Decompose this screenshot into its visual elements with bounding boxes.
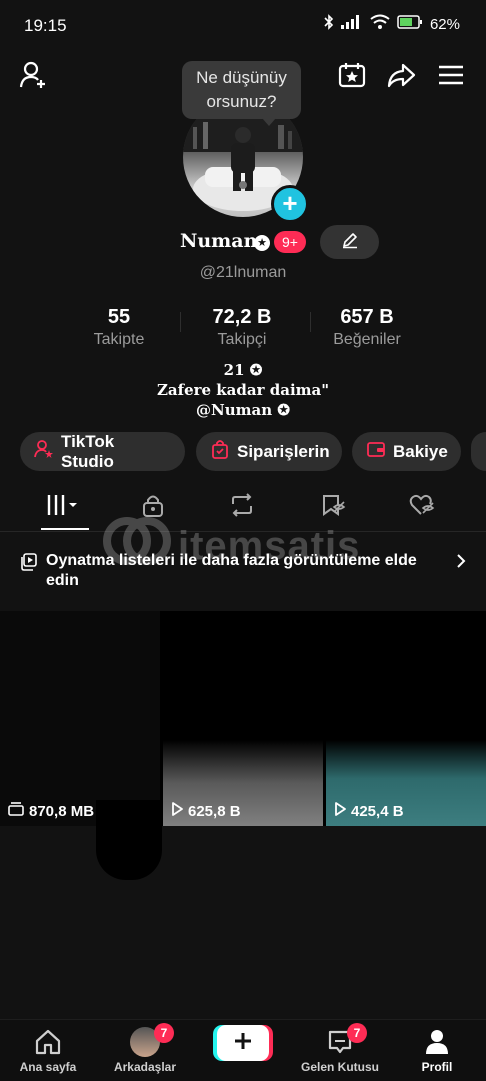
bluetooth-icon [324, 14, 334, 34]
friends-avatar [97, 1026, 193, 1058]
more-pill[interactable] [471, 432, 486, 471]
stat-likes-value: 657 B [340, 306, 394, 328]
username: @21lnuman [199, 264, 287, 281]
inbox-icon [292, 1026, 388, 1058]
redaction-mark [96, 800, 162, 880]
video-thumbnail[interactable]: 425,4 B [326, 611, 486, 826]
video-size: 870,8 MB [29, 802, 95, 820]
stat-followers[interactable]: 72,2 B Takipçi [177, 306, 307, 349]
tiktok-studio-label: TikTok Studio [61, 431, 115, 471]
note-bubble-line2: orsunuz? [206, 92, 277, 111]
orders-label: Siparişlerin [237, 441, 330, 461]
play-icon [171, 802, 183, 820]
nav-friends[interactable]: Arkadaşlar 7 [97, 1023, 193, 1074]
home-icon [0, 1026, 96, 1058]
star-icon: ★ [254, 235, 270, 251]
add-friend-icon[interactable] [18, 59, 50, 91]
stat-following[interactable]: 55 Takipte [54, 306, 184, 349]
edit-profile-button[interactable] [320, 225, 379, 259]
profile-name: Numan [180, 230, 258, 252]
shopping-bag-icon [210, 439, 230, 464]
orders-button[interactable]: Siparişlerin [196, 432, 342, 471]
stat-likes[interactable]: 657 B Beğeniler [302, 306, 432, 349]
bio-line-3: @Numan ✪ [196, 401, 290, 419]
note-bubble-line1: Ne düşünüy [196, 68, 287, 87]
balance-button[interactable]: Bakiye [352, 432, 461, 471]
signal-icon [340, 15, 363, 33]
status-icons: 62% [324, 14, 460, 34]
create-button[interactable] [217, 1025, 269, 1061]
status-bar: 19:15 62% [0, 0, 486, 52]
battery-icon [397, 15, 423, 33]
video-thumbnail[interactable]: 625,8 B [163, 611, 323, 826]
studio-user-icon [34, 439, 54, 464]
play-icon [334, 802, 346, 820]
playlist-promo[interactable]: Oynatma listeleri ile daha fazla görüntü… [20, 551, 466, 591]
note-bubble[interactable]: Ne düşünüy orsunuz? [182, 61, 301, 126]
stat-following-label: Takipte [93, 331, 145, 348]
nav-inbox-label: Gelen Kutusu [300, 1060, 379, 1074]
video-caption: 625,8 B [171, 802, 241, 820]
notification-badge[interactable]: 9+ [274, 231, 306, 253]
playlist-icon [20, 553, 38, 577]
stat-followers-value: 72,2 B [212, 306, 272, 328]
stat-followers-label: Takipçi [217, 331, 267, 348]
nav-friends-label: Arkadaşlar [113, 1060, 177, 1074]
nav-home[interactable]: Ana sayfa [0, 1026, 96, 1074]
wallet-icon [366, 439, 386, 464]
creator-calendar-icon[interactable] [336, 59, 368, 91]
friends-count-badge: 7 [154, 1023, 174, 1043]
video-caption: 870,8 MB [8, 802, 94, 820]
video-caption: 425,4 B [334, 802, 404, 820]
battery-percent: 62% [429, 15, 460, 33]
nav-inbox[interactable]: Gelen Kutusu 7 [292, 1023, 388, 1074]
video-grid: 870,8 MB 625,8 B 425,4 B [0, 611, 486, 826]
active-tab-indicator [41, 528, 89, 530]
share-icon[interactable] [385, 59, 417, 91]
tab-videos[interactable] [44, 492, 84, 522]
bio-line-1: 21 ✪ [223, 361, 263, 379]
nav-profile[interactable]: Profil [389, 1026, 485, 1074]
bio-line-2: Zafere kadar daima" [156, 381, 330, 399]
balance-label: Bakiye [393, 441, 448, 461]
plus-icon [233, 1031, 253, 1056]
stat-following-value: 55 [107, 306, 131, 328]
stat-likes-label: Beğeniler [333, 331, 401, 348]
menu-icon[interactable] [435, 59, 467, 91]
tiktok-studio-button[interactable]: TikTok Studio [20, 432, 185, 471]
add-photo-button[interactable]: + [271, 185, 309, 223]
nav-home-label: Ana sayfa [19, 1060, 77, 1074]
status-time: 19:15 [24, 16, 67, 35]
video-views: 425,4 B [351, 802, 404, 820]
grid-icon [46, 494, 82, 521]
playlist-promo-text: Oynatma listeleri ile daha fazla görüntü… [46, 552, 417, 589]
storage-icon [8, 802, 24, 820]
inbox-count-badge: 7 [347, 1023, 367, 1043]
video-views: 625,8 B [188, 802, 241, 820]
video-thumbnail[interactable]: 870,8 MB [0, 611, 160, 826]
heart-hidden-icon [409, 493, 435, 522]
tab-liked[interactable] [402, 492, 442, 522]
nav-profile-label: Profil [421, 1060, 453, 1074]
chevron-right-icon [456, 553, 466, 575]
profile-icon [389, 1026, 485, 1058]
pencil-icon [341, 231, 359, 254]
wifi-icon [370, 14, 390, 34]
